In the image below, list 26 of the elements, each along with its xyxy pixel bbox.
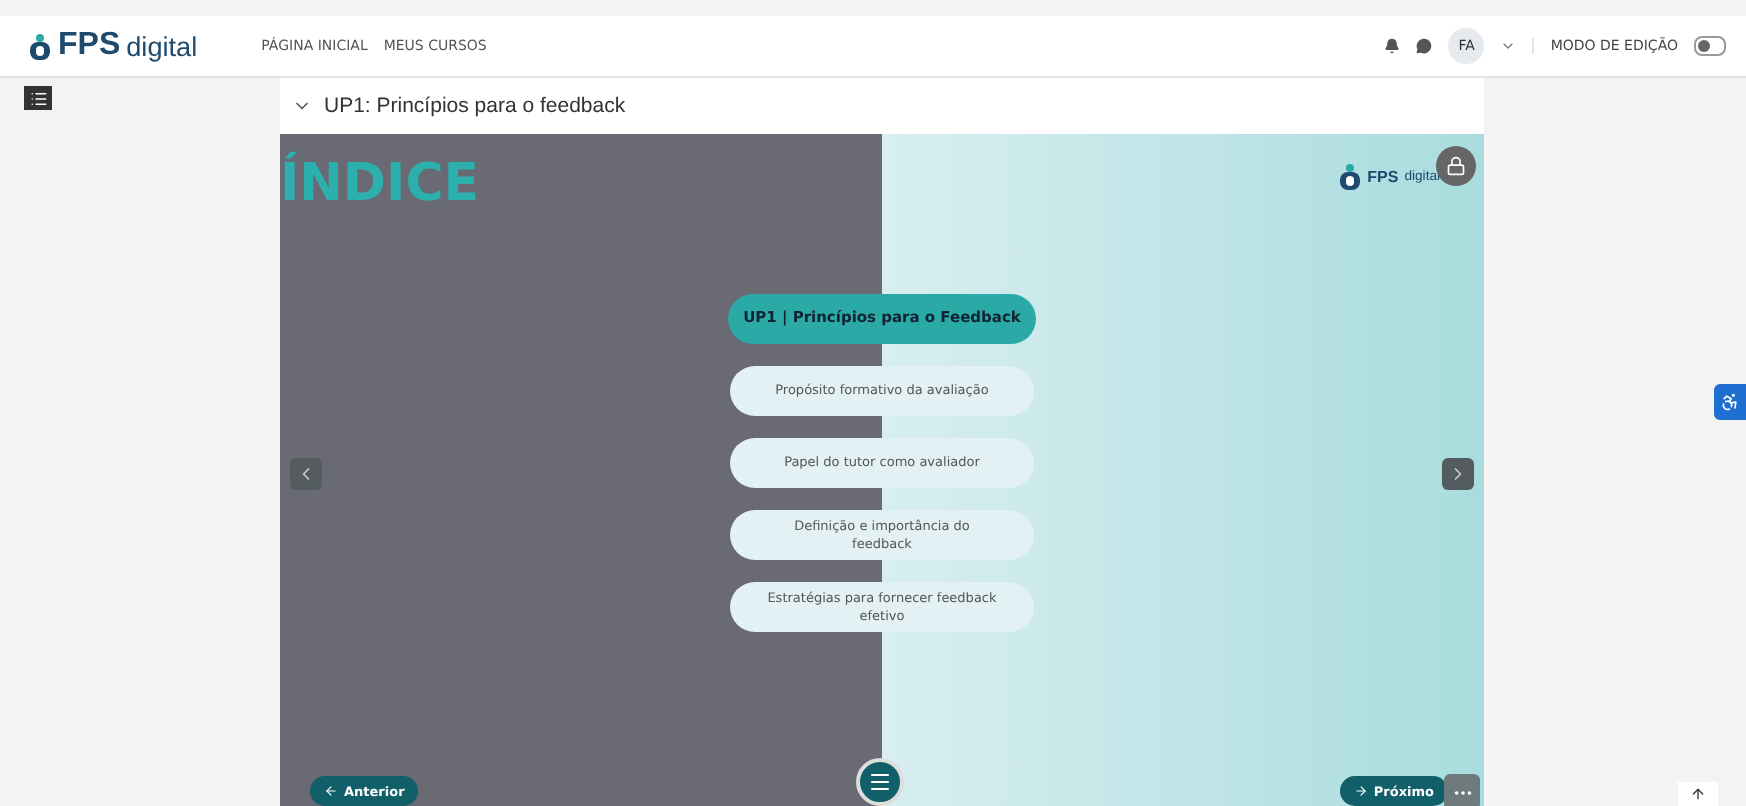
slide-logo-text: FPS	[1367, 168, 1399, 186]
edit-mode-switch[interactable]	[1694, 36, 1726, 56]
slide-heading: ÍNDICE	[280, 154, 480, 214]
logo-emblem-icon	[28, 31, 52, 61]
back-to-top-button[interactable]	[1678, 782, 1718, 806]
more-button[interactable]	[1444, 774, 1480, 806]
bell-icon[interactable]	[1384, 38, 1401, 54]
menu-button[interactable]	[856, 758, 904, 806]
section-title: UP1: Princípios para o feedback	[324, 94, 626, 118]
lock-icon	[1446, 156, 1466, 176]
chat-icon[interactable]	[1416, 38, 1433, 54]
arrow-up-icon	[1690, 786, 1706, 802]
arrow-right-icon	[1353, 784, 1368, 798]
list-icon	[29, 89, 47, 107]
menu-icon	[868, 770, 892, 794]
logo-emblem-icon	[1337, 162, 1362, 192]
accessibility-button[interactable]	[1714, 384, 1746, 420]
previous-slide-button[interactable]	[290, 458, 322, 490]
next-slide-button[interactable]	[1442, 458, 1474, 490]
logo-subtext: digital	[126, 31, 198, 61]
accessibility-icon	[1720, 392, 1740, 412]
lock-button[interactable]	[1436, 146, 1476, 186]
drawer-button[interactable]	[24, 86, 52, 110]
logo-text[interactable]: FPS	[58, 28, 121, 64]
caret-icon[interactable]	[1500, 38, 1517, 54]
arrow-left-icon	[324, 784, 338, 798]
